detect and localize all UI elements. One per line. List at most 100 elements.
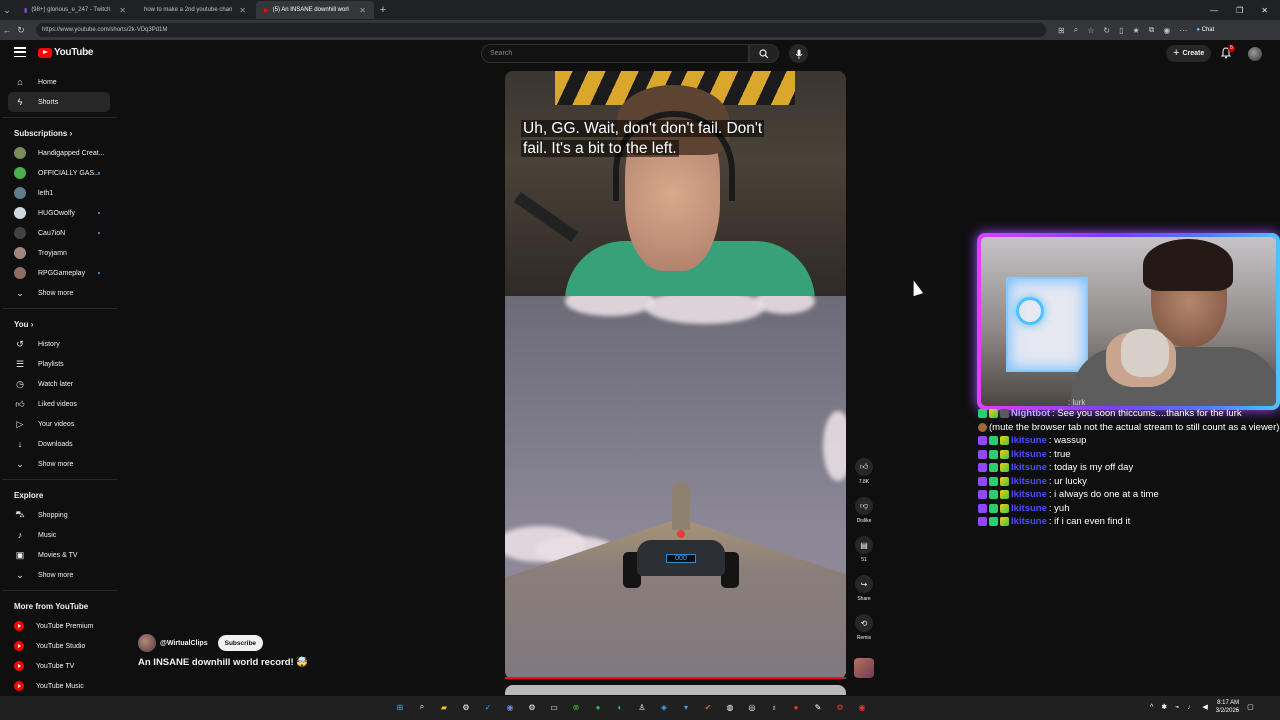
sidebar-item-youtube-premium[interactable]: YouTube Premium	[0, 616, 120, 636]
copilot-chat-button[interactable]: ● Chat	[1196, 27, 1214, 33]
app-icon[interactable]: ◉	[854, 699, 870, 715]
search-button[interactable]	[749, 44, 779, 63]
favorites-bar-icon[interactable]: ★	[1132, 26, 1139, 35]
account-avatar[interactable]	[1248, 47, 1262, 61]
bluetooth-icon[interactable]: ✱	[1161, 703, 1167, 711]
share-button[interactable]: ↪	[855, 575, 873, 593]
microphone-icon[interactable]: ♩	[1187, 704, 1194, 711]
sidebar-item-downloads[interactable]: ↓ Downloads	[0, 434, 120, 454]
discord-icon[interactable]: ◉	[502, 699, 518, 715]
app-icon[interactable]: ♁	[766, 699, 782, 715]
spotify-icon[interactable]: ●	[590, 699, 606, 715]
comments-button[interactable]: ▤	[855, 536, 873, 554]
close-tab-icon[interactable]: ✕	[119, 6, 126, 15]
zoom-icon[interactable]: ⌕	[1074, 25, 1078, 35]
more-options-icon[interactable]: ⋯	[1179, 26, 1187, 35]
close-tab-icon[interactable]: ✕	[359, 6, 366, 15]
profile-sync-icon[interactable]: ◉	[1163, 26, 1170, 35]
app-icon[interactable]: ●	[788, 699, 804, 715]
windows-start-icon[interactable]: ⊞	[392, 699, 408, 715]
address-bar[interactable]: https://www.youtube.com/shorts/2k-VDq3Pd…	[36, 23, 1046, 37]
extension-icon[interactable]: ⊞	[1058, 26, 1065, 35]
obs-icon[interactable]: ◍	[722, 699, 738, 715]
sidebar-item-subscription[interactable]: Troyjamn	[0, 243, 120, 263]
network-icon[interactable]: ⌁	[1175, 703, 1179, 711]
app-icon[interactable]: ✔	[700, 699, 716, 715]
search-icon[interactable]: ⌕	[414, 699, 430, 715]
browser-tab-youtube[interactable]: ▶ (5) An INSANE downhill worl ✕	[256, 1, 374, 19]
edge-icon[interactable]: ◐	[612, 699, 628, 715]
sidebar-item-music[interactable]: ♪ Music	[0, 525, 120, 545]
sidebar-item-subscription[interactable]: leth1	[0, 183, 120, 203]
shorts-video-player[interactable]: Uh, GG. Wait, don't don't fail. Don't fa…	[505, 71, 846, 679]
youtube-logo[interactable]: YouTube	[38, 47, 94, 58]
voice-search-button[interactable]	[789, 44, 808, 63]
tray-overflow-icon[interactable]: ^	[1150, 704, 1153, 711]
sidebar-item-subscription[interactable]: Cau7ioN	[0, 223, 120, 243]
app-icon[interactable]: ♙	[634, 699, 650, 715]
sidebar-item-subscription[interactable]: OFFICIALLY GAS...	[0, 163, 120, 183]
sidebar-item-shorts[interactable]: ϟ Shorts	[8, 92, 110, 112]
xbox-icon[interactable]: ⊗	[568, 699, 584, 715]
remix-button[interactable]: ⟲	[855, 614, 873, 632]
sidebar-item-watch-later[interactable]: ◷ Watch later	[0, 374, 120, 394]
refresh-icon[interactable]: ↻	[14, 25, 28, 36]
file-explorer-icon[interactable]: ▰	[436, 699, 452, 715]
sidebar-item-subscription[interactable]: RPGGameplay	[0, 263, 120, 283]
sidebar-item-movies[interactable]: ▣ Movies & TV	[0, 545, 120, 565]
sidebar-item-youtube-music[interactable]: YouTube Music	[0, 676, 120, 696]
search-input[interactable]: Search	[481, 44, 749, 63]
app-icon[interactable]: ⚙	[832, 699, 848, 715]
like-button[interactable]: 👍︎	[855, 458, 873, 476]
hamburger-menu-icon[interactable]	[14, 47, 26, 57]
app-icon[interactable]: ◎	[744, 699, 760, 715]
sidebar-item-youtube-tv[interactable]: YouTube TV	[0, 656, 120, 676]
app-icon[interactable]: ◈	[656, 699, 672, 715]
split-screen-icon[interactable]: ▯	[1119, 26, 1123, 35]
notifications-icon[interactable]: ▢	[1247, 703, 1254, 711]
sidebar-item-subscription[interactable]: Handigapped Creat...	[0, 143, 120, 163]
sidebar-item-label: YouTube Music	[36, 682, 84, 690]
subscriptions-heading[interactable]: Subscriptions ›	[0, 123, 120, 143]
sidebar-item-liked-videos[interactable]: 👍︎ Liked videos	[0, 394, 120, 414]
app-icon[interactable]: ▾	[678, 699, 694, 715]
new-tab-icon[interactable]: +	[374, 4, 392, 16]
terminal-icon[interactable]: ▭	[546, 699, 562, 715]
back-icon[interactable]: ←	[0, 25, 14, 35]
sidebar-item-home[interactable]: ⌂ Home	[0, 72, 120, 92]
favorite-icon[interactable]: ☆	[1087, 26, 1094, 35]
you-heading[interactable]: You ›	[0, 314, 120, 334]
close-tab-icon[interactable]: ✕	[239, 6, 246, 15]
collections-icon[interactable]: ⧉	[1149, 25, 1155, 35]
steam-icon[interactable]: ⚙	[524, 699, 540, 715]
sidebar-item-shopping[interactable]: ⛍ Shopping	[0, 505, 120, 525]
app-icon[interactable]: ✓	[480, 699, 496, 715]
sidebar-item-subscription[interactable]: HUGOwolfy	[0, 203, 120, 223]
browser-tab-search[interactable]: how to make a 2nd youtube chan ✕	[136, 1, 254, 19]
minimize-icon[interactable]: —	[1210, 6, 1218, 15]
settings-icon[interactable]: ⚙	[458, 699, 474, 715]
create-button[interactable]: + Create	[1166, 45, 1212, 62]
sidebar-item-your-videos[interactable]: ▷ Your videos	[0, 414, 120, 434]
sound-thumbnail[interactable]	[854, 658, 874, 678]
sidebar-item-history[interactable]: ↺ History	[0, 334, 120, 354]
browser-tab-twitch[interactable]: ▮ (98+) glorious_e_247 - Twitch ✕	[16, 1, 134, 19]
close-window-icon[interactable]: ✕	[1261, 6, 1268, 15]
sidebar-item-youtube-studio[interactable]: YouTube Studio	[0, 636, 120, 656]
sidebar-item-playlists[interactable]: ☰ Playlists	[0, 354, 120, 374]
refresh-extension-icon[interactable]: ↻	[1103, 26, 1110, 35]
tab-list-icon[interactable]: ⌄	[0, 5, 14, 16]
channel-avatar[interactable]	[138, 634, 156, 652]
taskbar-clock[interactable]: 8:17 AM 3/2/2026	[1216, 699, 1239, 715]
restore-icon[interactable]: ❐	[1236, 6, 1243, 15]
video-progress-bar[interactable]	[505, 677, 846, 679]
dislike-button[interactable]: 👎︎	[855, 497, 873, 515]
subscriptions-show-more[interactable]: ⌄ Show more	[0, 283, 120, 303]
you-show-more[interactable]: ⌄ Show more	[0, 454, 120, 474]
channel-handle[interactable]: @WirtualClips	[160, 640, 208, 647]
app-icon[interactable]: ✎	[810, 699, 826, 715]
next-short-preview[interactable]	[505, 685, 846, 695]
subscribe-button[interactable]: Subscribe	[217, 635, 264, 651]
explore-show-more[interactable]: ⌄ Show more	[0, 565, 120, 585]
volume-icon[interactable]: ◀	[1202, 703, 1207, 711]
